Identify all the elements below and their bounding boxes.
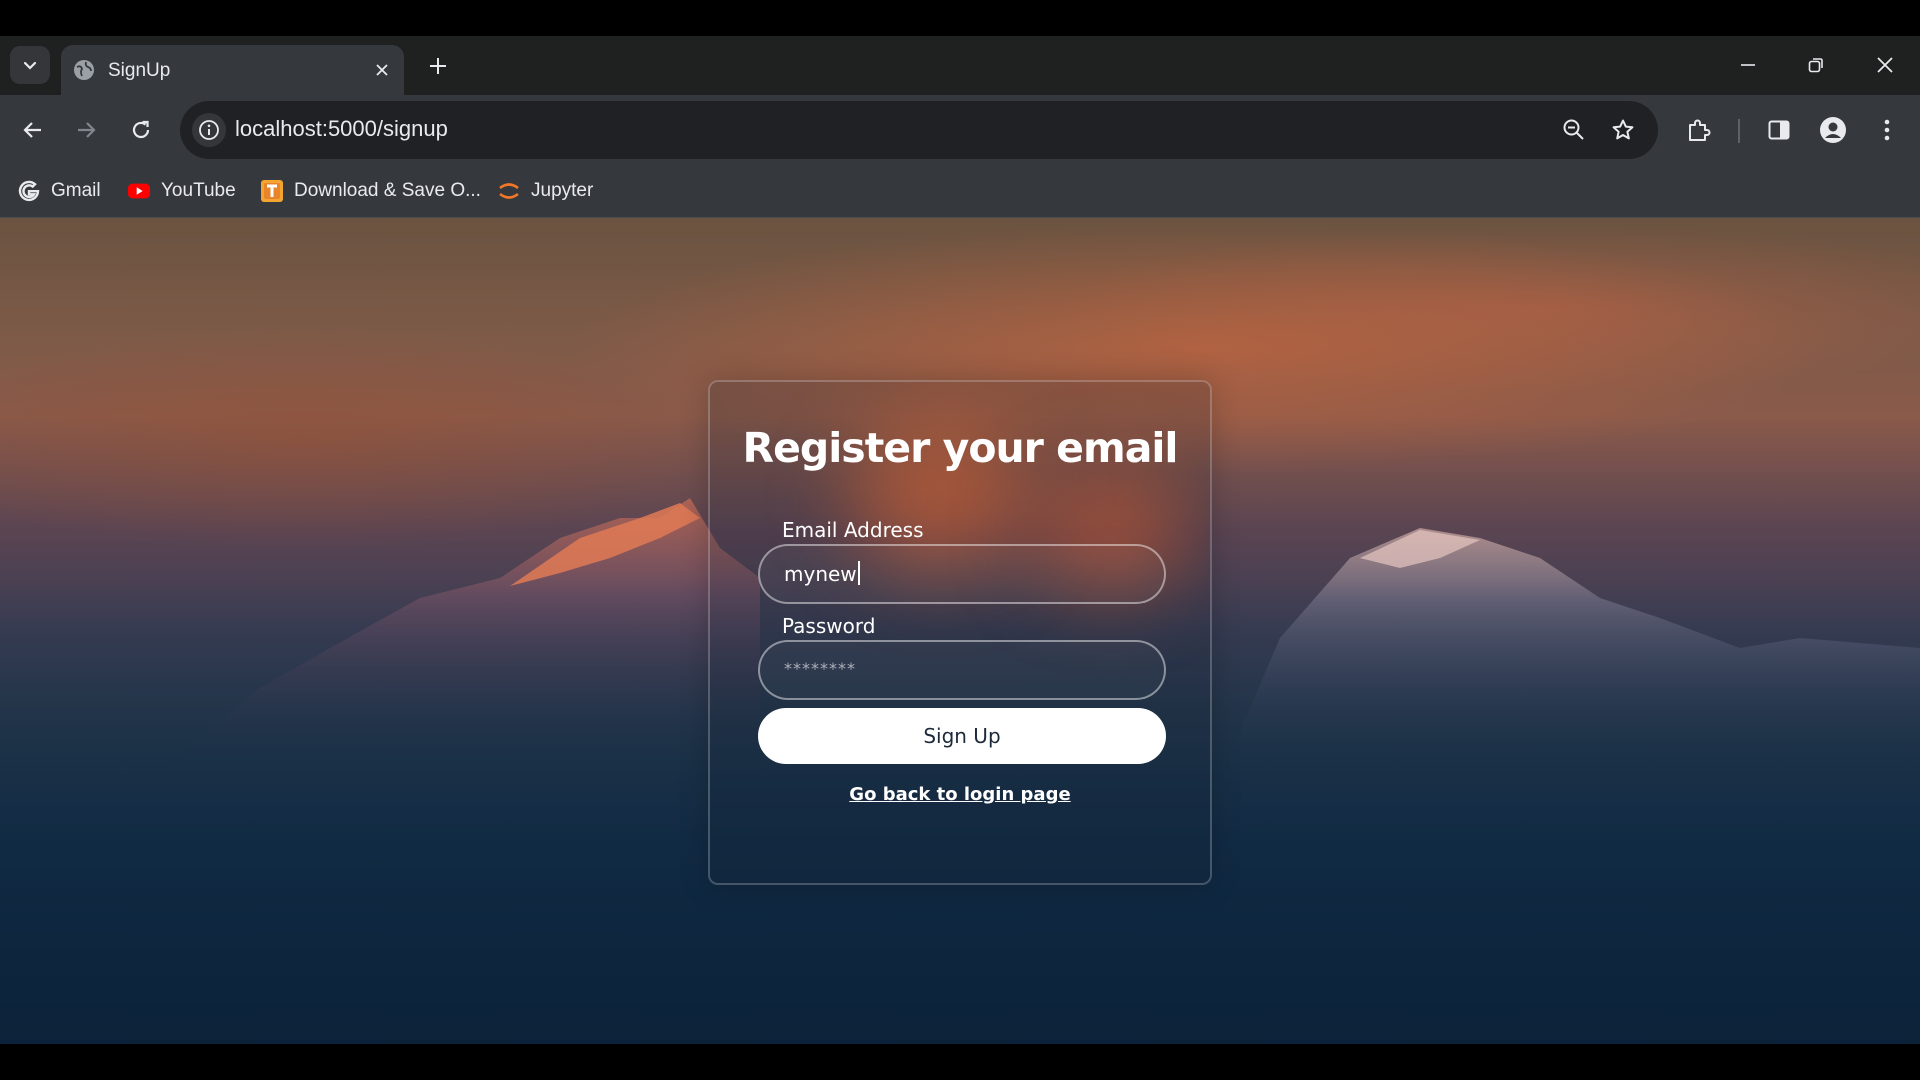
page-viewport: Register your email Email Address mynew … (0, 218, 1920, 1044)
active-tab[interactable]: SignUp (61, 45, 404, 95)
info-icon (199, 120, 219, 140)
text-cursor (857, 561, 860, 585)
more-vert-icon (1884, 119, 1890, 141)
password-field[interactable]: ******** (758, 640, 1166, 700)
forward-button[interactable] (69, 113, 103, 147)
password-label: Password (782, 614, 876, 638)
chevron-down-icon (23, 61, 37, 70)
bookmark-youtube[interactable]: YouTube (127, 177, 236, 205)
browser-toolbar: localhost:5000/signup (0, 95, 1920, 165)
restore-button[interactable] (1792, 45, 1840, 85)
bookmark-gmail[interactable]: Gmail (17, 177, 101, 205)
tab-strip: SignUp (0, 36, 1920, 95)
close-icon (376, 64, 388, 76)
side-panel-button[interactable] (1762, 113, 1796, 147)
reload-button[interactable] (124, 113, 158, 147)
bookmark-jupyter[interactable]: Jupyter (497, 177, 593, 205)
avatar-icon (1820, 117, 1846, 143)
menu-button[interactable] (1870, 113, 1904, 147)
star-icon (1612, 119, 1634, 140)
email-label: Email Address (782, 518, 924, 542)
arrow-left-icon (23, 122, 41, 138)
email-value: mynew (784, 561, 860, 586)
zoom-button[interactable] (1558, 114, 1590, 146)
email-field[interactable]: mynew (758, 544, 1166, 604)
download-site-icon (260, 179, 284, 203)
jupyter-icon (497, 179, 521, 203)
new-tab-button[interactable] (423, 51, 453, 81)
toolbar-divider (1738, 119, 1740, 143)
password-placeholder: ******** (784, 659, 856, 678)
zoom-out-icon (1563, 119, 1584, 140)
reload-icon (132, 120, 150, 139)
puzzle-icon (1689, 119, 1711, 141)
bookmark-star-button[interactable] (1607, 114, 1639, 146)
close-window-button[interactable] (1861, 45, 1909, 85)
back-to-login-link[interactable]: Go back to login page (710, 784, 1210, 805)
minimize-icon (1741, 64, 1755, 66)
address-bar[interactable]: localhost:5000/signup (180, 101, 1658, 159)
minimize-button[interactable] (1724, 45, 1772, 85)
close-icon (1877, 57, 1893, 73)
signup-card: Register your email Email Address mynew … (708, 380, 1212, 885)
plus-icon (430, 58, 446, 74)
globe-icon (74, 60, 94, 80)
restore-icon (1808, 58, 1823, 73)
url-text[interactable]: localhost:5000/signup (235, 116, 448, 142)
profile-button[interactable] (1816, 113, 1850, 147)
signup-button[interactable]: Sign Up (758, 708, 1166, 764)
letterbox-top (0, 0, 1920, 36)
back-button[interactable] (16, 113, 50, 147)
google-icon (17, 179, 41, 203)
tab-search-button[interactable] (10, 46, 50, 84)
site-info-button[interactable] (192, 113, 226, 147)
extensions-button[interactable] (1682, 113, 1716, 147)
bookmark-download-save[interactable]: Download & Save O... (260, 177, 481, 205)
arrow-right-icon (78, 122, 96, 138)
letterbox-bottom (0, 1044, 1920, 1080)
youtube-icon (127, 179, 151, 203)
tab-title: SignUp (108, 60, 171, 81)
side-panel-icon (1768, 120, 1790, 140)
page-title: Register your email (742, 424, 1179, 472)
tab-close-button[interactable] (370, 58, 394, 82)
bookmarks-bar: Gmail YouTube Download & Save O... Jupyt… (0, 165, 1920, 218)
